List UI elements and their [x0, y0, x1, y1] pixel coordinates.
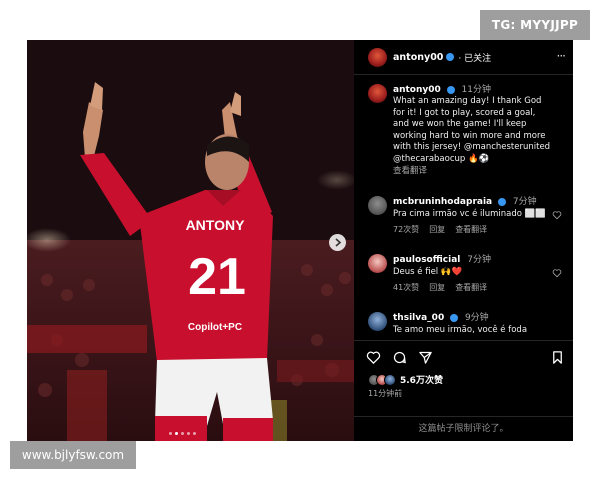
- like-comment-icon[interactable]: [552, 268, 562, 278]
- shirt-sponsor: Copilot+PC: [188, 322, 242, 333]
- liker-avatar: [384, 373, 396, 386]
- author-avatar[interactable]: [368, 84, 387, 103]
- carousel-next-button[interactable]: [329, 234, 346, 251]
- shirt-name: ANTONY: [186, 217, 246, 233]
- post-photo: ANTONY 21 Copilot+PC: [27, 40, 354, 441]
- commenter-avatar[interactable]: [368, 196, 387, 215]
- watermark-top: TG: MYYJJPP: [480, 10, 590, 40]
- caption-line: and we won the game! I'll keep: [393, 119, 527, 129]
- heart-icon[interactable]: [366, 350, 381, 365]
- comment-text: Te amo meu irmão, você é foda: [393, 325, 528, 335]
- caption-line: @thecarabaocup 🔥⚽: [393, 153, 490, 164]
- watermark-bottom: www.bjlyfsw.com: [10, 441, 136, 469]
- more-options-icon[interactable]: ···: [557, 49, 567, 63]
- instagram-post: ANTONY 21 Copilot+PC antony00 · 已关注 ···: [27, 40, 573, 441]
- comment-username[interactable]: mcbruninhodapraia: [393, 197, 492, 207]
- chevron-right-icon: [335, 238, 342, 247]
- caption-line: What an amazing day! I thank God: [393, 96, 542, 106]
- carousel-dot: [169, 432, 172, 435]
- commenter-avatar[interactable]: [368, 312, 387, 331]
- comments-restricted-notice: 这篇帖子限制评论了。: [354, 416, 573, 441]
- post-side-panel: antony00 · 已关注 ··· antony00 11分钟 What an…: [354, 40, 573, 441]
- likes-summary[interactable]: 5.6万次赞: [368, 373, 443, 386]
- comment-time: 7分钟: [467, 255, 491, 265]
- post-actions: 5.6万次赞 11分钟前: [354, 340, 573, 401]
- post-header: antony00 · 已关注 ···: [354, 40, 573, 75]
- caption-line: with this jersey! @manchesterunited: [393, 142, 551, 152]
- carousel-dot: [193, 432, 196, 435]
- carousel-indicator: [169, 432, 196, 435]
- author-avatar[interactable]: [368, 47, 387, 67]
- like-comment-icon[interactable]: [552, 210, 562, 220]
- reply-button[interactable]: 回复: [429, 224, 445, 235]
- carousel-dot-active: [175, 432, 178, 435]
- comment-icon[interactable]: [392, 350, 407, 365]
- bookmark-icon[interactable]: [550, 350, 565, 365]
- carousel-dot: [181, 432, 184, 435]
- verified-badge-icon: [446, 85, 455, 94]
- caption-line: for it! I got to play, scored a goal,: [393, 107, 536, 118]
- comment-username[interactable]: thsilva_00: [393, 313, 444, 323]
- commenter-avatar[interactable]: [368, 254, 387, 273]
- shirt-number: 21: [188, 248, 246, 306]
- see-translation-link[interactable]: 查看翻译: [393, 165, 568, 177]
- caption-line: working hard to win more and more: [393, 130, 546, 141]
- verified-badge-icon: [498, 197, 506, 206]
- player-photo: ANTONY 21 Copilot+PC: [27, 40, 354, 441]
- share-icon[interactable]: [418, 350, 433, 365]
- verified-badge-icon: [450, 313, 459, 322]
- comment-text: Pra cima irmão vc é iluminado ⬜⬜: [393, 209, 546, 219]
- verified-badge-icon: [446, 53, 455, 61]
- comment-time: 9分钟: [464, 313, 489, 323]
- likes-count: 5.6万次赞: [400, 376, 443, 386]
- comment-likes[interactable]: 72次赞: [393, 224, 419, 235]
- see-translation-link[interactable]: 查看翻译: [455, 282, 487, 293]
- caption-username[interactable]: antony00: [393, 85, 441, 95]
- comment-username[interactable]: paulosofficial: [393, 255, 460, 265]
- comment-text: Deus é fiel 🙌❤️: [393, 267, 463, 277]
- following-label[interactable]: · 已关注: [458, 51, 491, 64]
- reply-button[interactable]: 回复: [429, 282, 445, 293]
- see-translation-link[interactable]: 查看翻译: [455, 224, 487, 235]
- author-username[interactable]: antony00: [393, 52, 443, 63]
- caption-time: 11分钟: [461, 85, 491, 95]
- comment-likes[interactable]: 41次赞: [393, 282, 419, 293]
- post-timestamp: 11分钟前: [368, 389, 403, 398]
- carousel-dot: [187, 432, 190, 435]
- comment-time: 7分钟: [512, 197, 537, 207]
